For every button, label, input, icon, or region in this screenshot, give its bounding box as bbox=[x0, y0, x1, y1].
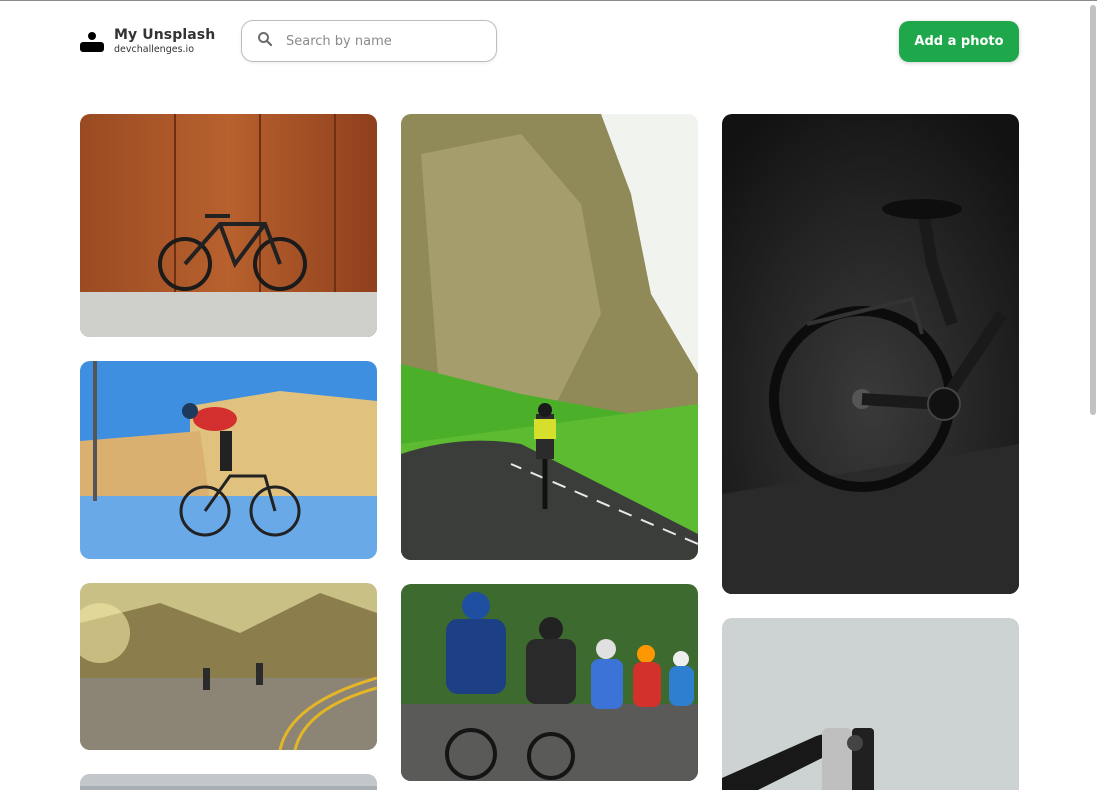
search-icon bbox=[256, 30, 274, 52]
search-input[interactable] bbox=[286, 33, 476, 49]
app-subtitle: devchallenges.io bbox=[114, 44, 195, 55]
photo-card[interactable] bbox=[80, 114, 377, 337]
add-photo-button[interactable]: Add a photo bbox=[899, 21, 1019, 62]
photo-card[interactable] bbox=[80, 774, 377, 790]
photo-image bbox=[80, 114, 377, 337]
photo-card[interactable] bbox=[401, 584, 698, 781]
photo-card[interactable] bbox=[722, 618, 1019, 790]
photo-image bbox=[80, 583, 377, 750]
photo-card[interactable] bbox=[401, 114, 698, 560]
photo-card[interactable] bbox=[80, 583, 377, 750]
photo-image bbox=[401, 584, 698, 781]
photo-image bbox=[80, 774, 377, 790]
photo-image bbox=[80, 361, 377, 559]
photo-card[interactable] bbox=[722, 114, 1019, 594]
photo-image bbox=[401, 114, 698, 560]
logo-icon bbox=[80, 29, 104, 53]
scrollbar[interactable] bbox=[1090, 5, 1096, 415]
photo-card[interactable] bbox=[80, 361, 377, 559]
photo-image bbox=[722, 114, 1019, 594]
logo[interactable]: My Unsplash devchallenges.io bbox=[80, 28, 215, 55]
app-title: My Unsplash bbox=[114, 27, 216, 43]
photo-image bbox=[722, 618, 1019, 790]
search-box[interactable] bbox=[241, 20, 497, 62]
